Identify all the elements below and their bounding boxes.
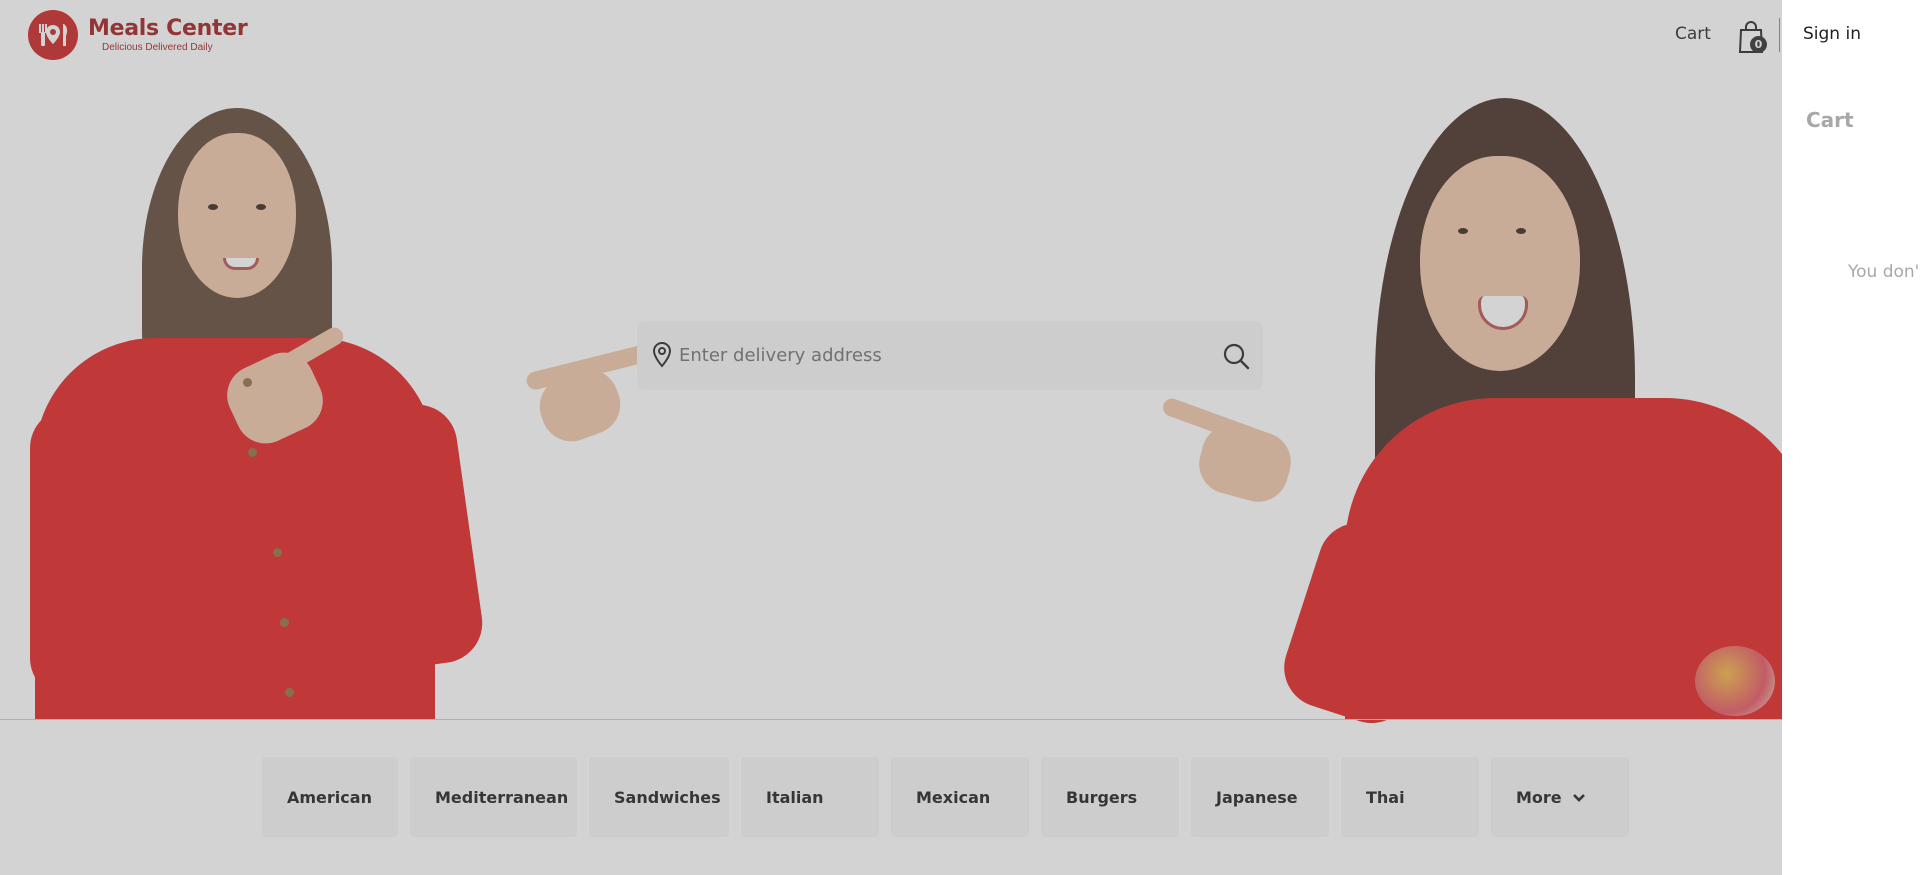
cart-panel-title: Cart — [1806, 108, 1854, 132]
overlay-scrim[interactable] — [0, 0, 1782, 875]
sign-in-link[interactable]: Sign in — [1803, 24, 1861, 44]
cart-empty-message: You don't — [1848, 262, 1920, 282]
cart-panel: Sign in Cart You don't — [1782, 0, 1920, 875]
